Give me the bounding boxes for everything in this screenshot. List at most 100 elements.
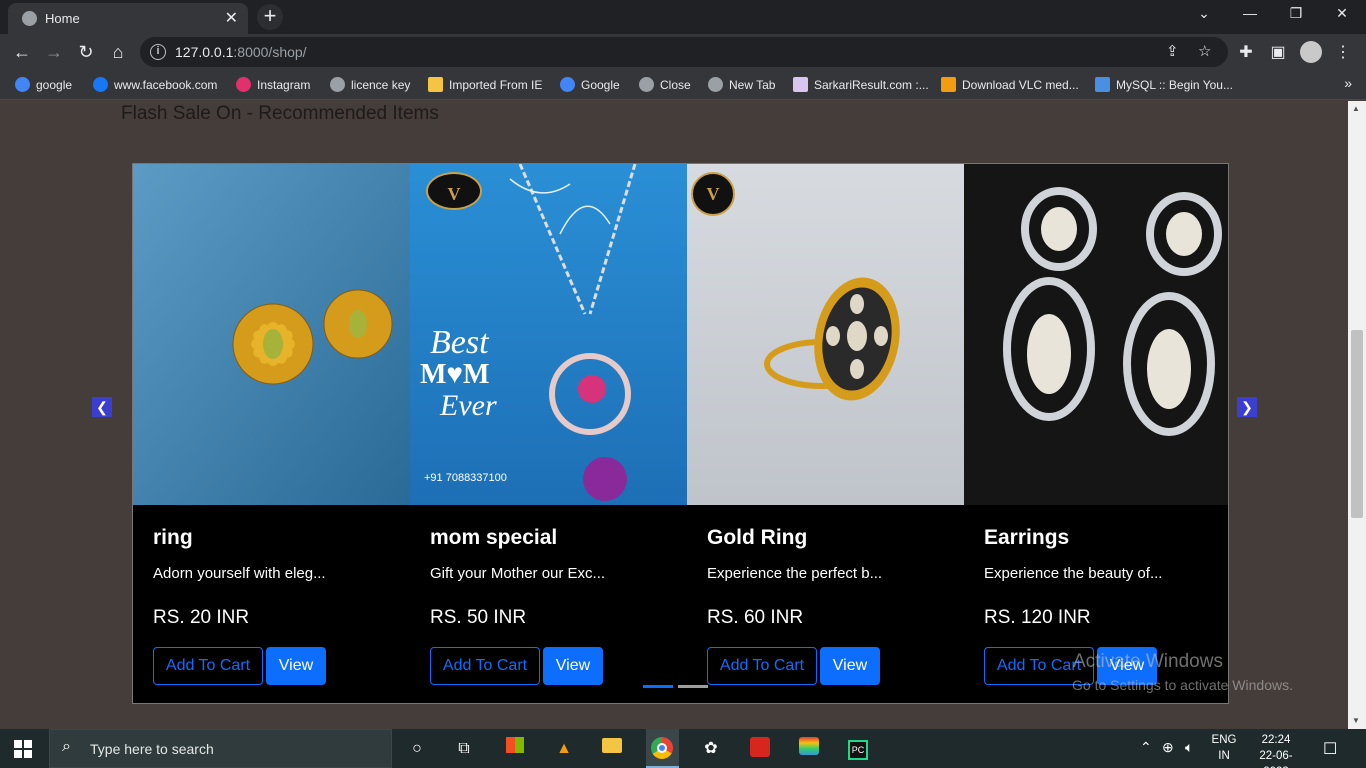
view-button[interactable]: View: [820, 647, 880, 685]
address-bar[interactable]: i 127.0.0.1:8000/shop/ ⇪ ☆: [140, 37, 1228, 67]
product-description: Adorn yourself with eleg...: [153, 565, 326, 582]
view-button[interactable]: View: [543, 647, 603, 685]
extensions-icon[interactable]: ✚: [1236, 42, 1256, 62]
brand-logo: V: [426, 172, 482, 210]
system-clock[interactable]: 22:24 22-06-2023: [1247, 732, 1305, 768]
product-price: RS. 20 INR: [153, 607, 250, 628]
scroll-down-arrow-icon[interactable]: ▼: [1352, 716, 1360, 725]
volume-icon[interactable]: 🔈︎: [1185, 739, 1193, 756]
menu-icon[interactable]: ⋮: [1333, 42, 1353, 62]
product-description: Experience the perfect b...: [707, 565, 883, 582]
microsoft-store-icon[interactable]: [503, 737, 527, 761]
view-button[interactable]: View: [266, 647, 326, 685]
file-explorer-icon[interactable]: [600, 737, 624, 761]
product-card: V Gold Ring Experience the perfect b... …: [687, 164, 965, 703]
bookmark-item[interactable]: www.facebook.com: [93, 76, 217, 94]
tab-search-icon[interactable]: ⌄: [1194, 5, 1214, 22]
search-icon: ⌕: [62, 738, 71, 755]
chrome-icon[interactable]: [650, 737, 674, 761]
profile-avatar[interactable]: [1300, 41, 1322, 63]
folder-icon: [428, 77, 443, 92]
product-image-earrings-gold[interactable]: [133, 164, 410, 505]
product-price: RS. 120 INR: [984, 607, 1091, 628]
acrobat-icon[interactable]: [748, 737, 772, 761]
product-carousel: ring Adorn yourself with eleg... RS. 20 …: [132, 163, 1229, 704]
add-to-cart-button[interactable]: Add To Cart: [430, 647, 540, 685]
tab-title: Home: [45, 11, 80, 26]
product-image-gold-ring[interactable]: V: [687, 164, 964, 505]
carousel-indicator[interactable]: [678, 685, 708, 688]
close-window-button[interactable]: ✕: [1332, 5, 1352, 22]
add-to-cart-button[interactable]: Add To Cart: [707, 647, 817, 685]
back-button[interactable]: ←: [10, 40, 34, 64]
scrollbar-thumb[interactable]: [1351, 330, 1363, 518]
product-name: Earrings: [984, 526, 1070, 549]
restore-button[interactable]: ❐: [1286, 5, 1306, 22]
scroll-up-arrow-icon[interactable]: ▲: [1352, 104, 1360, 113]
add-to-cart-button[interactable]: Add To Cart: [153, 647, 263, 685]
bookmark-item[interactable]: New Tab: [708, 76, 775, 94]
taskbar-search-placeholder: Type here to search: [90, 741, 214, 757]
globe-icon: [22, 11, 37, 26]
bookmark-item[interactable]: google: [15, 76, 72, 94]
vlc-icon: [941, 77, 956, 92]
minimize-button[interactable]: —: [1240, 5, 1260, 21]
product-image-pendant[interactable]: V Best M♥M Ever +91 7088337100: [410, 164, 687, 505]
bookmark-item[interactable]: Close: [639, 76, 691, 94]
shop-page: Flash Sale On - Recommended Items ❮ ❯ ri…: [0, 101, 1348, 729]
carousel-next-button[interactable]: ❯: [1237, 397, 1257, 417]
close-tab-icon[interactable]: ✕: [225, 8, 238, 28]
product-price: RS. 60 INR: [707, 607, 804, 628]
browser-tab-home[interactable]: Home ✕: [8, 3, 248, 34]
bookmark-item[interactable]: MySQL :: Begin You...: [1095, 76, 1233, 94]
bookmark-item[interactable]: SarkariResult.com :...: [793, 76, 929, 94]
bookmark-star-icon[interactable]: ☆: [1198, 42, 1211, 60]
new-tab-button[interactable]: +: [257, 4, 283, 30]
product-image-earrings-silver[interactable]: [964, 164, 1228, 505]
activate-windows-title: Activate Windows: [1073, 651, 1223, 672]
taskbar-search-box[interactable]: ⌕ Type here to search: [49, 729, 392, 768]
product-card: Earrings Experience the beauty of... RS.…: [964, 164, 1228, 703]
share-icon[interactable]: ⇪: [1166, 42, 1179, 60]
show-hidden-icons-icon[interactable]: ⌃: [1140, 739, 1152, 756]
globe-icon: [330, 77, 345, 92]
url-text[interactable]: 127.0.0.1:8000/shop/: [175, 44, 307, 60]
globe-icon: [708, 77, 723, 92]
bookmarks-more-icon[interactable]: »: [1344, 75, 1352, 91]
product-card: V Best M♥M Ever +91 7088337100 mom speci…: [410, 164, 688, 703]
chatgpt-icon[interactable]: ✿: [699, 737, 723, 761]
bookmark-item[interactable]: Google: [560, 76, 620, 94]
product-name: mom special: [430, 526, 558, 549]
product-description: Gift your Mother our Exc...: [430, 565, 606, 582]
bookmark-item[interactable]: licence key: [330, 76, 410, 94]
bluestacks-icon[interactable]: [797, 737, 821, 761]
carousel-indicator-active[interactable]: [643, 685, 673, 688]
bookmark-item[interactable]: Download VLC med...: [941, 76, 1079, 94]
vlc-icon[interactable]: ▲: [552, 737, 576, 761]
forward-button[interactable]: →: [42, 40, 66, 64]
network-icon[interactable]: ⊕: [1162, 739, 1174, 756]
image-text-best: Best: [430, 324, 489, 361]
google-icon: [15, 77, 30, 92]
carousel-prev-button[interactable]: ❮: [92, 397, 112, 417]
globe-icon: [639, 77, 654, 92]
windows-start-icon[interactable]: [14, 740, 32, 758]
notification-icon[interactable]: ☐: [1323, 739, 1337, 759]
language-indicator[interactable]: ENG IN: [1208, 732, 1240, 764]
side-panel-icon[interactable]: ▣: [1268, 42, 1288, 62]
sarkari-icon: [793, 77, 808, 92]
image-text-phone: +91 7088337100: [424, 472, 507, 484]
browser-toolbar: ← → ↻ ⌂ i 127.0.0.1:8000/shop/ ⇪ ☆ ✚ ▣ ⋮: [0, 34, 1366, 70]
image-text-ever: Ever: [440, 389, 497, 422]
bookmark-item[interactable]: Imported From IE: [428, 76, 542, 94]
bookmark-item[interactable]: Instagram: [236, 76, 310, 94]
cortana-icon[interactable]: ○: [405, 737, 429, 761]
site-info-icon[interactable]: i: [150, 44, 166, 60]
reload-button[interactable]: ↻: [74, 40, 98, 64]
instagram-icon: [236, 77, 251, 92]
product-card: ring Adorn yourself with eleg... RS. 20 …: [133, 164, 411, 703]
pycharm-icon[interactable]: PC: [846, 737, 870, 761]
task-view-icon[interactable]: ⧉: [452, 737, 476, 761]
home-button[interactable]: ⌂: [106, 40, 130, 64]
brand-logo: V: [691, 172, 735, 216]
